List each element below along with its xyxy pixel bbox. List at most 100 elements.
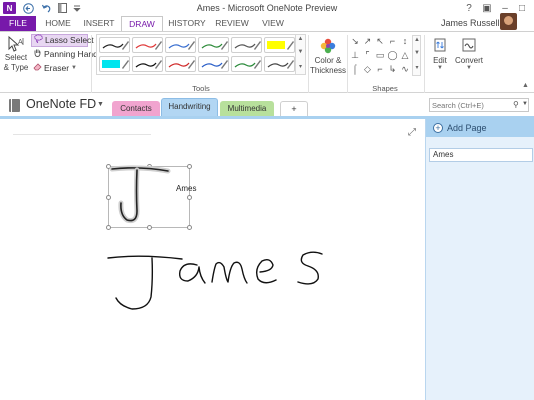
color-thickness-button[interactable]: Color & Thickness [310, 36, 346, 82]
hand-icon [33, 48, 42, 61]
section-tab-contacts[interactable]: Contacts [112, 101, 160, 116]
search-box[interactable]: ⚲ ▼ [429, 98, 529, 112]
gallery-more-icon[interactable]: ▾ [296, 63, 305, 70]
notebook-name[interactable]: OneNote FD [26, 97, 96, 111]
edit-button[interactable]: Edit ▼ [429, 38, 451, 78]
shape-tool-icon[interactable]: ⌐ [387, 35, 399, 47]
shapes-up-icon[interactable]: ▲ [413, 37, 421, 43]
add-section-button[interactable]: + [280, 101, 308, 116]
ribbon-tab-row: FILE HOME INSERT DRAW HISTORY REVIEW VIE… [0, 16, 534, 41]
pen-swatch[interactable] [264, 37, 295, 53]
shape-tool-icon[interactable]: ⊥ [349, 49, 361, 61]
shapes-down-icon[interactable]: ▼ [413, 50, 421, 56]
pen-swatch[interactable] [132, 56, 163, 72]
highlighter-icon [102, 60, 129, 69]
pen-swatch[interactable] [231, 37, 262, 53]
section-tab-multimedia[interactable]: Multimedia [220, 101, 274, 116]
pen-icon [267, 60, 294, 69]
tab-view[interactable]: VIEW [256, 16, 290, 31]
shape-tool-icon[interactable]: ⌐ [374, 63, 386, 75]
edit-icon [434, 38, 446, 52]
select-and-type-button[interactable]: A Select & Type [2, 35, 30, 83]
add-page-icon: + [433, 123, 443, 133]
color-thickness-label: Color & Thickness [310, 56, 347, 75]
pen-icon [168, 60, 195, 69]
gallery-down-icon[interactable]: ▼ [296, 49, 305, 55]
search-input[interactable] [432, 100, 512, 111]
title-bar: N Ames - Microsoft OneNote Preview ? ▣ –… [0, 0, 534, 16]
add-page-label: Add Page [447, 123, 487, 133]
edit-dropdown-icon: ▼ [437, 65, 443, 71]
pen-swatch[interactable] [165, 37, 196, 53]
pen-icon [135, 41, 162, 50]
shape-tool-icon[interactable]: ∿ [399, 63, 411, 75]
pen-swatch[interactable] [132, 37, 163, 53]
pen-icon [168, 41, 195, 50]
shape-tool-icon[interactable]: ⌜ [362, 49, 374, 61]
eraser-dropdown-icon[interactable]: ▼ [71, 62, 77, 75]
pen-swatch[interactable] [165, 56, 196, 72]
edit-label: Edit [433, 56, 447, 65]
search-icon[interactable]: ⚲ [513, 100, 519, 109]
collapse-ribbon-icon[interactable]: ▲ [522, 82, 529, 89]
page-list-pane: + Add Page Ames [425, 119, 534, 400]
select-type-label: Select & Type [3, 53, 29, 72]
pen-swatch[interactable] [99, 37, 130, 53]
notebook-dropdown-icon[interactable]: ▼ [97, 101, 104, 108]
section-tab-handwriting[interactable]: Handwriting [161, 98, 218, 116]
convert-button[interactable]: Convert ▼ [455, 38, 483, 78]
tab-draw[interactable]: DRAW [121, 16, 163, 32]
shape-tool-icon[interactable]: ↳ [387, 63, 399, 75]
color-palette-icon [320, 38, 336, 54]
pen-gallery-scroll[interactable]: ▲ ▼ ▾ [296, 34, 306, 75]
tab-insert[interactable]: INSERT [80, 16, 118, 31]
tab-home[interactable]: HOME [40, 16, 76, 31]
tab-file[interactable]: FILE [0, 16, 36, 31]
gallery-up-icon[interactable]: ▲ [296, 36, 305, 42]
pen-gallery [96, 34, 296, 75]
tab-review[interactable]: REVIEW [212, 16, 252, 31]
page-list-item[interactable]: Ames [429, 148, 533, 162]
handwritten-word-james[interactable] [107, 251, 323, 310]
shapes-more-icon[interactable]: ▾ [413, 64, 421, 71]
shape-tool-icon[interactable]: ↘ [349, 35, 361, 47]
shape-tool-icon[interactable]: ↕ [399, 35, 411, 47]
ribbon-separator [347, 35, 348, 93]
shape-tool-icon[interactable]: ◇ [362, 63, 374, 75]
lasso-icon [34, 34, 43, 47]
pen-swatch[interactable] [198, 37, 229, 53]
pen-swatch[interactable] [198, 56, 229, 72]
help-button[interactable]: ? [459, 0, 479, 16]
eraser-button[interactable]: Eraser ▼ [31, 62, 80, 75]
search-scope-dropdown-icon[interactable]: ▼ [522, 101, 528, 107]
notebook-icon [9, 99, 20, 112]
ribbon-display-options-button[interactable]: ▣ [477, 0, 497, 16]
add-page-button[interactable]: + Add Page [426, 119, 534, 137]
convert-dropdown-icon: ▼ [466, 65, 472, 71]
shape-tool-icon[interactable]: ↗ [362, 35, 374, 47]
panning-hand-label: Panning Hand [44, 49, 98, 59]
pen-swatch[interactable] [264, 56, 295, 72]
shape-tool-icon[interactable]: ▭ [374, 49, 386, 61]
pen-icon [234, 41, 261, 50]
tab-history[interactable]: HISTORY [166, 16, 208, 31]
ribbon-separator [308, 35, 309, 93]
lasso-select-button[interactable]: Lasso Select [31, 34, 94, 47]
shape-tool-icon[interactable]: ⌠ [349, 63, 361, 75]
shape-tool-icon[interactable]: ◯ [387, 49, 399, 61]
pen-icon [201, 41, 228, 50]
shapes-gallery-scroll[interactable]: ▲ ▼ ▾ [412, 35, 421, 76]
shape-tool-icon[interactable]: ↖ [374, 35, 386, 47]
avatar[interactable] [500, 13, 517, 30]
notebook-bar: OneNote FD ▼ Contacts Handwriting Multim… [0, 93, 534, 119]
window-title: Ames - Microsoft OneNote Preview [196, 3, 338, 13]
highlighter-icon [267, 41, 294, 50]
account-user-name[interactable]: James Russell [441, 18, 500, 28]
pen-swatch[interactable] [231, 56, 262, 72]
page-canvas[interactable]: ⤢ Ames [0, 119, 425, 400]
shape-tool-icon[interactable]: △ [399, 49, 411, 61]
convert-icon [462, 38, 476, 52]
selected-ink-letter-j[interactable] [109, 165, 171, 224]
pen-swatch[interactable] [99, 56, 130, 72]
handwriting-ink[interactable] [0, 119, 425, 400]
